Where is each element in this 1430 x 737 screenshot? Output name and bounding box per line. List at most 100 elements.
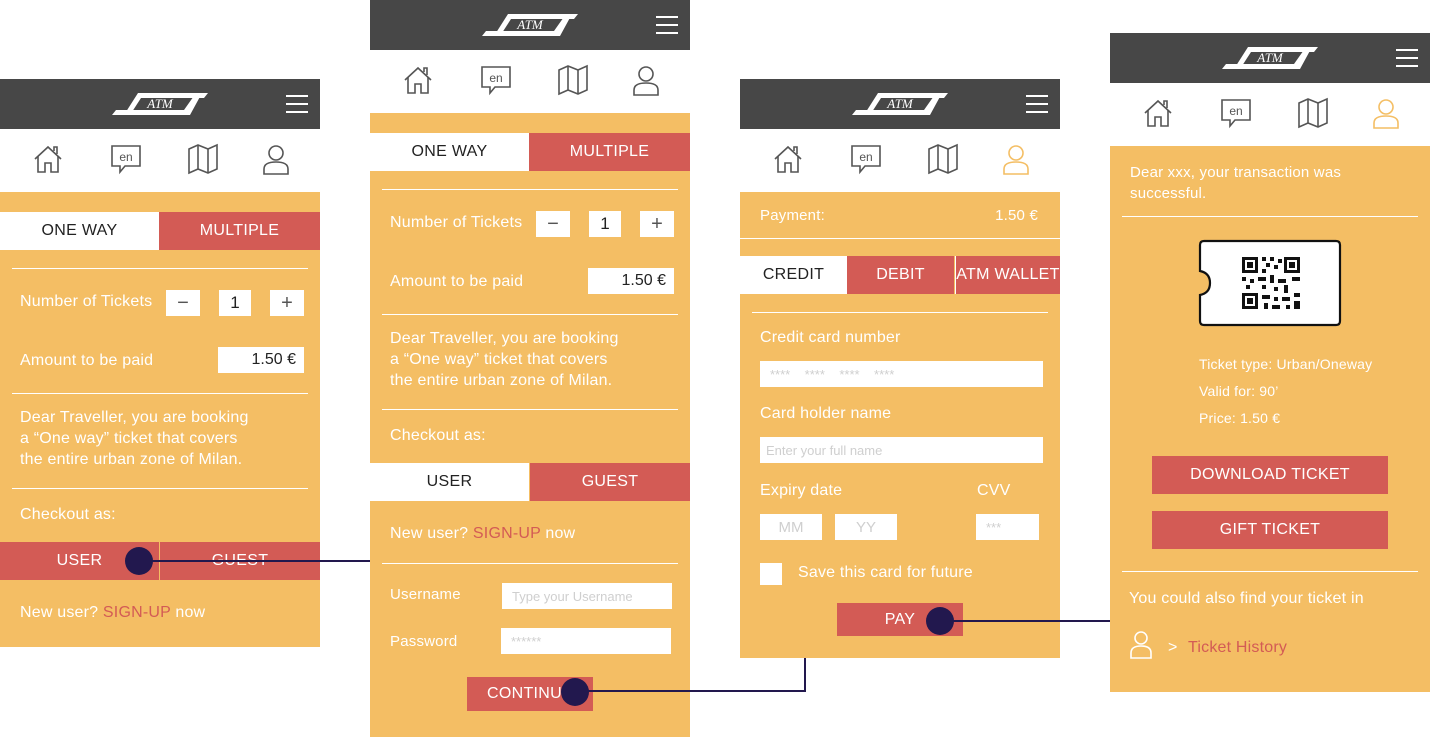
find-ticket-text: You could also find your ticket in [1129, 590, 1364, 607]
language-label: en [859, 150, 872, 164]
home-icon[interactable] [1141, 96, 1175, 130]
tickets-label: Number of Tickets [20, 293, 153, 310]
flow-dot-pay [926, 607, 954, 635]
new-user-suffix: now [170, 604, 206, 621]
flow-connector [574, 690, 806, 692]
divider [382, 409, 678, 410]
username-input[interactable]: Type your Username [502, 583, 672, 609]
info-line: the entire urban zone of Milan. [20, 451, 243, 468]
success-line: successful. [1130, 185, 1207, 202]
divider [12, 488, 308, 489]
ticket-type: Ticket type: Urban/Oneway [1199, 356, 1373, 372]
payment-label: Payment: [760, 207, 825, 224]
tab-one-way[interactable]: ONE WAY [370, 133, 529, 171]
language-en-icon[interactable]: en [1219, 96, 1253, 130]
password-input[interactable]: ****** [501, 628, 671, 654]
user-icon-active[interactable] [1369, 96, 1403, 130]
tab-atm-wallet[interactable]: ATM WALLET [955, 256, 1060, 294]
language-label: en [489, 71, 502, 85]
decrease-button[interactable]: − [536, 211, 570, 237]
expiry-month-input[interactable]: MM [760, 514, 822, 540]
save-card-checkbox[interactable] [760, 563, 782, 585]
cvv-input[interactable]: *** [976, 514, 1039, 540]
card-holder-input[interactable]: Enter your full name [760, 437, 1043, 463]
map-icon[interactable] [556, 63, 590, 97]
payment-value: 1.50 € [995, 207, 1038, 224]
map-icon[interactable] [1296, 96, 1330, 130]
atm-logo-text: ATM [1256, 50, 1284, 65]
success-line: Dear xxx, your transaction was [1130, 164, 1342, 181]
tab-user[interactable]: USER [370, 463, 529, 501]
app-header: ATM [1110, 33, 1430, 83]
ticket-price: Price: 1.50 € [1199, 410, 1281, 426]
tab-debit[interactable]: DEBIT [847, 256, 954, 294]
flow-connector [940, 620, 1110, 622]
signup-link[interactable]: SIGN-UP [473, 525, 541, 542]
app-header: ATM [740, 79, 1060, 129]
ticket-history-link[interactable]: Ticket History [1188, 639, 1287, 657]
menu-icon[interactable] [286, 95, 308, 113]
gift-ticket-button[interactable]: GIFT TICKET [1152, 511, 1388, 549]
password-label: Password [390, 633, 458, 650]
tab-multiple[interactable]: MULTIPLE [159, 212, 320, 250]
language-en-icon[interactable]: en [479, 63, 513, 97]
expiry-year-input[interactable]: YY [835, 514, 897, 540]
atm-logo: ATM [482, 14, 578, 36]
language-label: en [1229, 104, 1242, 118]
signup-link[interactable]: SIGN-UP [103, 604, 171, 621]
amount-value: 1.50 € [588, 268, 674, 294]
username-label: Username [390, 586, 461, 603]
app-header: ATM [370, 0, 690, 50]
decrease-button[interactable]: − [166, 290, 200, 316]
home-icon[interactable] [771, 142, 805, 176]
card-number-input[interactable]: **** **** **** **** [760, 361, 1043, 387]
divider [12, 268, 308, 269]
checkout-label: Checkout as: [390, 427, 486, 444]
divider [1122, 571, 1418, 572]
download-ticket-button[interactable]: DOWNLOAD TICKET [1152, 456, 1388, 494]
map-icon[interactable] [926, 142, 960, 176]
nav-bar: en [1110, 83, 1430, 146]
map-icon[interactable] [186, 142, 220, 176]
divider [12, 393, 308, 394]
checkout-label: Checkout as: [20, 506, 116, 523]
divider [752, 312, 1048, 313]
chevron-right-icon: > [1168, 639, 1178, 656]
atm-logo: ATM [112, 93, 208, 115]
ticket-validity: Valid for: 90’ [1199, 383, 1279, 399]
flow-connector [138, 560, 370, 562]
tab-credit[interactable]: CREDIT [740, 256, 847, 294]
home-icon[interactable] [31, 142, 65, 176]
atm-logo: ATM [1222, 47, 1318, 69]
tab-guest[interactable]: GUEST [530, 463, 690, 501]
user-icon[interactable] [629, 63, 663, 97]
tab-one-way[interactable]: ONE WAY [0, 212, 159, 250]
user-icon-active[interactable] [999, 142, 1033, 176]
nav-bar: en [0, 129, 320, 192]
increase-button[interactable]: + [640, 211, 674, 237]
divider [382, 189, 678, 190]
language-en-icon[interactable]: en [849, 142, 883, 176]
tab-multiple[interactable]: MULTIPLE [529, 133, 690, 171]
menu-icon[interactable] [1396, 49, 1418, 67]
amount-value: 1.50 € [218, 347, 304, 373]
expiry-label: Expiry date [760, 482, 843, 499]
screen-guest-checkout: ATM en ONE WAY MULTIPLE Number of Ticket… [370, 0, 690, 737]
tickets-label: Number of Tickets [390, 214, 523, 231]
user-icon[interactable] [259, 142, 293, 176]
increase-button[interactable]: + [270, 290, 304, 316]
menu-icon[interactable] [656, 16, 678, 34]
qr-ticket-icon[interactable] [1198, 239, 1342, 327]
menu-icon[interactable] [1026, 95, 1048, 113]
new-user-text: New user? SIGN-UP now [20, 604, 205, 622]
home-icon[interactable] [401, 63, 435, 97]
divider [382, 314, 678, 315]
amount-label: Amount to be paid [20, 352, 154, 369]
nav-bar: en [370, 50, 690, 113]
new-user-suffix: now [540, 525, 576, 542]
divider [1122, 216, 1418, 217]
language-en-icon[interactable]: en [109, 142, 143, 176]
new-user-text: New user? SIGN-UP now [390, 525, 575, 543]
nav-bar: en [740, 129, 1060, 192]
atm-logo: ATM [852, 93, 948, 115]
